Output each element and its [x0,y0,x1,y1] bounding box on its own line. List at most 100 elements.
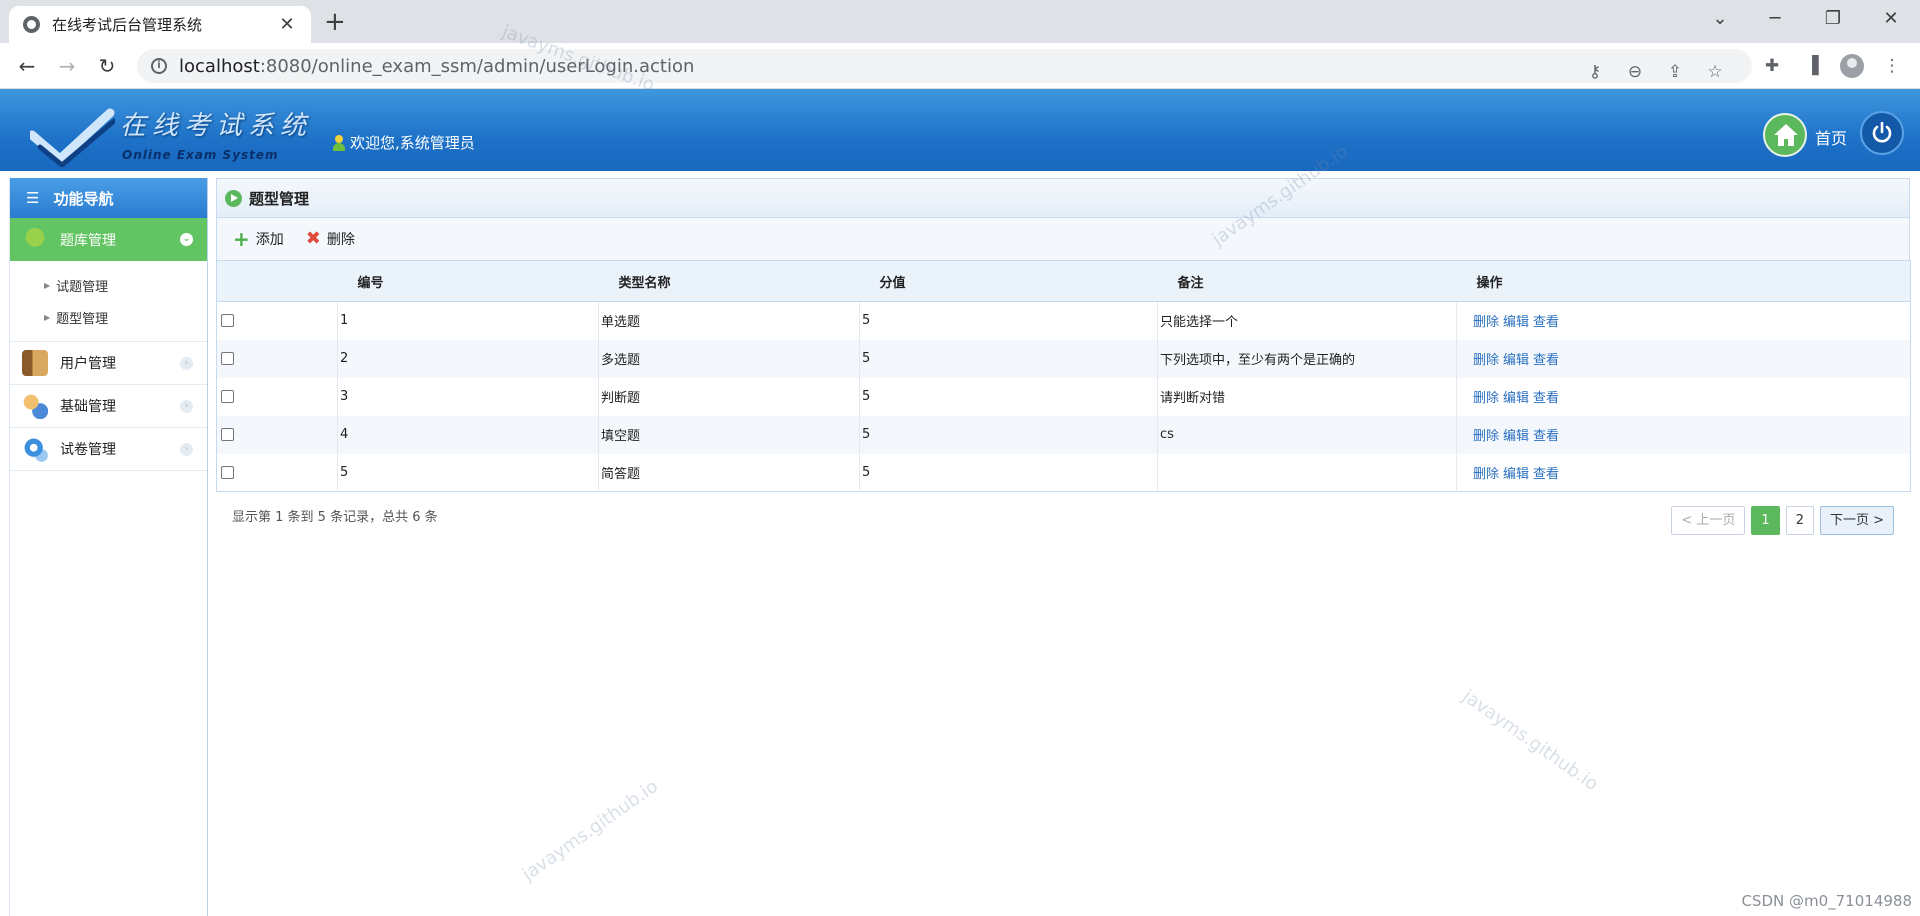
pagination-summary: 显示第 1 条到 5 条记录，总共 6 条 [232,510,438,525]
question-type-table: 编号 类型名称 分值 备注 操作 1 单选题 5 只能选择一个 删除 编辑 查看 2… [216,260,1911,492]
row-checkbox[interactable] [221,465,234,479]
sidebar-group-basic[interactable]: 基础管理 › [10,385,207,428]
logout-button[interactable] [1860,111,1904,155]
row-view-link[interactable]: 查看 [1533,467,1559,482]
cell-actions: 删除 编辑 查看 [1457,302,1911,340]
row-edit-link[interactable]: 编辑 [1503,315,1529,330]
page-1-button[interactable]: 1 [1751,506,1780,535]
users-gear-icon [22,393,48,419]
cell-score: 5 [859,453,1158,492]
plus-icon: + [233,227,250,251]
back-icon[interactable]: ← [13,52,41,80]
row-edit-link[interactable]: 编辑 [1503,353,1529,368]
pagination: < 上一页 1 2 下一页 > [1665,506,1894,535]
cell-score: 5 [859,301,1158,340]
caret-right-icon: ▶ [44,280,51,290]
row-edit-link[interactable]: 编辑 [1503,391,1529,406]
maximize-icon[interactable]: ❐ [1818,6,1848,32]
sidebar-group-users[interactable]: 用户管理 › [10,342,207,385]
user-icon [333,134,345,151]
page-2-button[interactable]: 2 [1785,506,1814,535]
row-checkbox[interactable] [221,314,234,328]
cell-actions: 删除 编辑 查看 [1456,339,1911,378]
extensions-icon[interactable]: ✚ [1760,54,1784,78]
row-edit-link[interactable]: 编辑 [1503,429,1529,444]
row-delete-link[interactable]: 删除 [1473,467,1499,482]
cell-actions: 删除 编辑 查看 [1457,454,1911,492]
site-info-icon[interactable]: i [151,58,167,74]
row-view-link[interactable]: 查看 [1533,353,1559,368]
delete-button[interactable]: ✖ 删除 [306,229,355,249]
row-checkbox[interactable] [221,352,234,365]
url-text[interactable]: localhost:8080/online_exam_ssm/admin/use… [179,56,694,77]
welcome-message: 欢迎您,系统管理员 [333,132,475,153]
menu-kebab-icon[interactable]: ⋮ [1880,54,1904,78]
bookmark-star-icon[interactable]: ☆ [1703,60,1727,84]
new-tab-button[interactable]: + [324,8,346,36]
home-link[interactable]: 首页 [1815,125,1847,149]
row-delete-link[interactable]: 删除 [1473,353,1499,368]
list-icon: ☰ [26,189,40,207]
sidebar-group-label: 题库管理 [60,232,116,249]
welcome-text: 欢迎您,系统管理员 [350,134,475,152]
cell-score: 5 [859,339,1158,378]
add-button[interactable]: + 添加 [233,229,284,249]
tab-search-icon[interactable]: ⌄ [1705,6,1735,32]
prev-page-button[interactable]: < 上一页 [1671,506,1746,535]
cell-id: 3 [337,377,599,416]
sidebar-item-type-mgmt[interactable]: ▶ 题型管理 [44,301,207,333]
browser-tab[interactable]: 在线考试后台管理系统 ✕ [9,6,311,43]
close-tab-icon[interactable]: ✕ [277,14,297,35]
row-delete-link[interactable]: 删除 [1473,391,1499,406]
sidebar-group-question-bank[interactable]: 题库管理 ⌄ [10,218,207,261]
address-bar[interactable]: i localhost:8080/online_exam_ssm/admin/u… [137,49,1752,83]
row-checkbox[interactable] [221,390,234,403]
column-header-score[interactable]: 分值 [859,260,1158,302]
sidebar-submenu: ▶ 试题管理 ▶ 题型管理 [10,261,207,342]
cell-actions: 删除 编辑 查看 [1457,378,1911,416]
column-header-name[interactable]: 类型名称 [598,260,860,302]
table-header-row: 编号 类型名称 分值 备注 操作 [216,260,1911,302]
book-icon [22,350,48,376]
row-checkbox[interactable] [221,428,234,441]
cell-name: 多选题 [598,339,860,378]
delete-x-icon: ✖ [305,228,321,249]
cell-id: 4 [337,415,599,454]
row-view-link[interactable]: 查看 [1533,429,1559,444]
key-icon[interactable]: ⚷ [1583,60,1607,84]
minimize-icon[interactable]: ─ [1760,6,1790,32]
row-delete-link[interactable]: 删除 [1473,429,1499,444]
zoom-icon[interactable]: ⊖ [1623,60,1647,84]
row-view-link[interactable]: 查看 [1533,315,1559,330]
sidebar-group-label: 试卷管理 [60,442,116,458]
row-view-link[interactable]: 查看 [1533,391,1559,406]
side-panel-icon[interactable]: ▐ [1800,54,1824,78]
settings-gear-icon [22,436,48,462]
power-icon [1872,122,1892,143]
window-close-icon[interactable]: ✕ [1876,6,1906,32]
panel-header: 题型管理 [216,178,1910,218]
reload-icon[interactable]: ↻ [93,52,121,80]
home-button[interactable] [1763,113,1807,157]
sidebar-item-question-mgmt[interactable]: ▶ 试题管理 [44,269,207,301]
row-edit-link[interactable]: 编辑 [1503,467,1529,482]
sidebar-group-papers[interactable]: 试卷管理 › [10,428,207,471]
home-icon [1774,124,1798,146]
sidebar-header: ☰ 功能导航 [10,178,207,218]
column-header-id[interactable]: 编号 [337,260,599,302]
cell-id: 1 [337,301,599,340]
column-header-remark[interactable]: 备注 [1157,260,1457,302]
share-icon[interactable]: ⇪ [1663,60,1687,84]
row-delete-link[interactable]: 删除 [1473,315,1499,330]
cell-remark: 请判断对错 [1157,377,1457,416]
table-row: 1 单选题 5 只能选择一个 删除 编辑 查看 [216,301,1911,340]
sidebar-title: 功能导航 [53,189,114,208]
cell-remark: 只能选择一个 [1157,301,1457,340]
forward-icon[interactable]: → [53,52,81,80]
cell-name: 简答题 [598,453,860,492]
table-row: 3 判断题 5 请判断对错 删除 编辑 查看 [216,377,1911,416]
profile-avatar[interactable] [1840,54,1864,78]
tab-title: 在线考试后台管理系统 [52,16,203,34]
cell-id: 2 [337,339,599,378]
next-page-button[interactable]: 下一页 > [1819,506,1894,535]
